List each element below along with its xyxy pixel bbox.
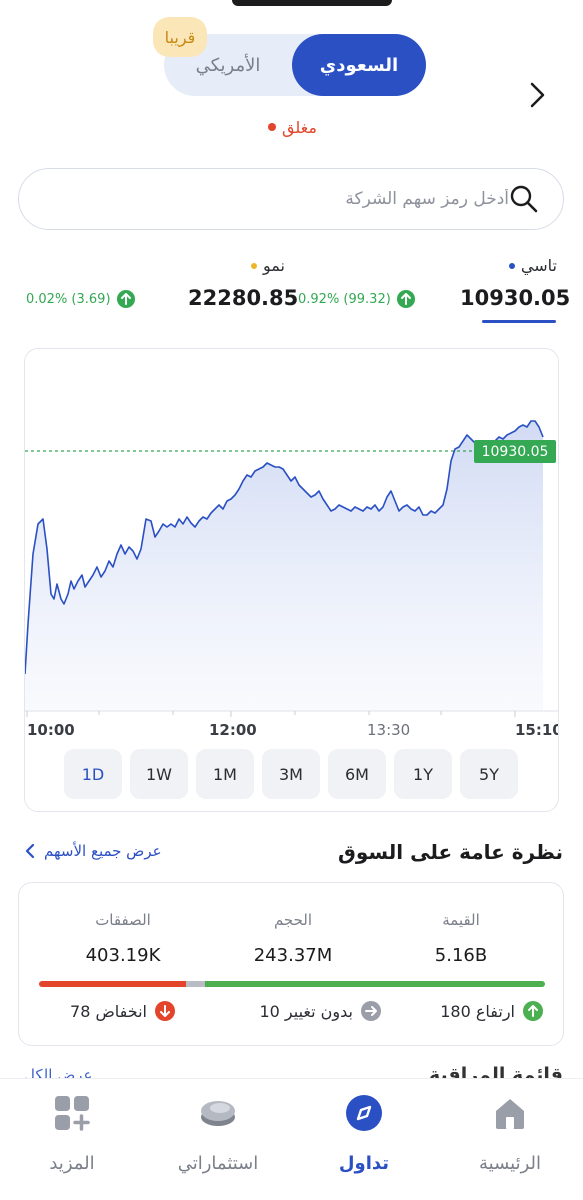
range-3m-button[interactable]: 3M — [262, 749, 320, 799]
index-tasi-change-text: 0.92% (99.32) — [298, 291, 391, 307]
index-tasi-change: 0.92% (99.32) — [298, 290, 415, 308]
compass-icon — [346, 1095, 382, 1131]
status-bar-notch — [232, 0, 392, 6]
stat-trades-amount: 403.19K — [85, 945, 161, 966]
index-tasi-label: تاسي — [520, 256, 557, 275]
index-dot-icon — [251, 262, 258, 269]
search-input[interactable] — [39, 169, 509, 228]
home-icon — [496, 1099, 524, 1129]
bottom-navigation: الرئيسية تداول استثماراتي المزيد — [0, 1078, 583, 1200]
range-1d-button[interactable]: 1D — [64, 749, 122, 799]
x-tick-label: 10:00 — [27, 721, 75, 739]
x-axis-ticks — [26, 711, 516, 717]
nav-portfolio-label: استثماراتي — [177, 1153, 259, 1174]
breadth-down-segment — [39, 981, 187, 987]
arrow-up-icon — [396, 290, 415, 308]
current-price-tag: 10930.05 — [474, 440, 556, 463]
index-nomu-label: نمو — [263, 256, 285, 275]
nav-trade[interactable]: تداول — [304, 1093, 424, 1174]
nav-portfolio[interactable]: استثماراتي — [158, 1093, 278, 1174]
range-5y-button[interactable]: 5Y — [460, 749, 518, 799]
coming-soon-badge: قريبا — [153, 17, 207, 57]
range-6m-button[interactable]: 6M — [328, 749, 386, 799]
stat-volume-label: الحجم — [273, 911, 313, 929]
nav-home[interactable]: الرئيسية — [450, 1093, 570, 1174]
index-nomu-value[interactable]: 22280.85 — [188, 286, 298, 310]
view-all-stocks-link[interactable]: عرض جميع الأسهم — [24, 842, 162, 860]
arrow-right-icon — [361, 1001, 381, 1021]
search-bar[interactable] — [18, 168, 564, 230]
index-nomu-name[interactable]: نمو — [251, 256, 285, 275]
status-dot-icon — [268, 123, 276, 131]
index-tasi-value[interactable]: 10930.05 — [460, 286, 570, 310]
nav-trade-label: تداول — [338, 1153, 390, 1174]
index-nomu-change-text: 0.02% (3.69) — [26, 291, 111, 307]
market-status-label: مغلق — [282, 117, 317, 137]
range-1m-button[interactable]: 1M — [196, 749, 254, 799]
breadth-unchanged-segment — [186, 981, 206, 987]
breadth-up: ارتفاع 180 — [440, 1001, 543, 1021]
index-dot-icon — [508, 262, 515, 269]
range-1w-button[interactable]: 1W — [130, 749, 188, 799]
stat-value-amount: 5.16B — [434, 945, 488, 966]
search-icon — [510, 185, 538, 213]
breadth-down: انخفاض 78 — [70, 1001, 175, 1021]
nav-more-label: المزيد — [49, 1153, 95, 1174]
breadth-unchanged: بدون تغيير 10 — [259, 1001, 381, 1021]
index-selected-underline — [482, 320, 556, 323]
chart-area-fill — [25, 421, 543, 711]
stat-volume-amount: 243.37M — [253, 945, 333, 966]
chevron-right-icon[interactable] — [526, 80, 550, 110]
arrow-up-icon — [523, 1001, 543, 1021]
x-tick-label: 12:00 — [209, 721, 257, 739]
market-overview-title: نظرة عامة على السوق — [337, 840, 563, 864]
x-tick-label: 13:30 — [367, 721, 411, 739]
market-breadth-bar — [39, 981, 545, 987]
portfolio-icon — [201, 1101, 235, 1126]
breadth-down-label: انخفاض 78 — [70, 1001, 147, 1021]
view-all-stocks-label: عرض جميع الأسهم — [44, 842, 162, 860]
range-1y-button[interactable]: 1Y — [394, 749, 452, 799]
breadth-up-label: ارتفاع 180 — [440, 1001, 515, 1021]
index-tasi-name[interactable]: تاسي — [508, 256, 557, 275]
market-saudi-option[interactable]: السعودي — [292, 34, 426, 96]
stat-trades-label: الصفقات — [95, 911, 151, 929]
nav-more[interactable]: المزيد — [12, 1093, 132, 1174]
market-stats-card: القيمة 5.16B الحجم 243.37M الصفقات 403.1… — [18, 882, 564, 1046]
arrow-up-icon — [116, 290, 135, 308]
market-status: مغلق — [268, 114, 317, 140]
index-chart-card: 10930.05 10:00 12:00 13:30 15:10 1D 1W 1… — [24, 348, 559, 812]
stat-value-label: القيمة — [442, 911, 480, 929]
x-tick-label: 15:10 — [515, 721, 559, 739]
intraday-line-chart[interactable] — [25, 349, 559, 719]
nav-home-label: الرئيسية — [479, 1153, 541, 1174]
breadth-up-segment — [205, 981, 545, 987]
arrow-down-icon — [155, 1001, 175, 1021]
chevron-left-icon — [25, 843, 35, 859]
index-nomu-change: 0.02% (3.69) — [26, 290, 135, 308]
more-grid-icon — [55, 1096, 90, 1131]
breadth-unchanged-label: بدون تغيير 10 — [259, 1001, 353, 1021]
